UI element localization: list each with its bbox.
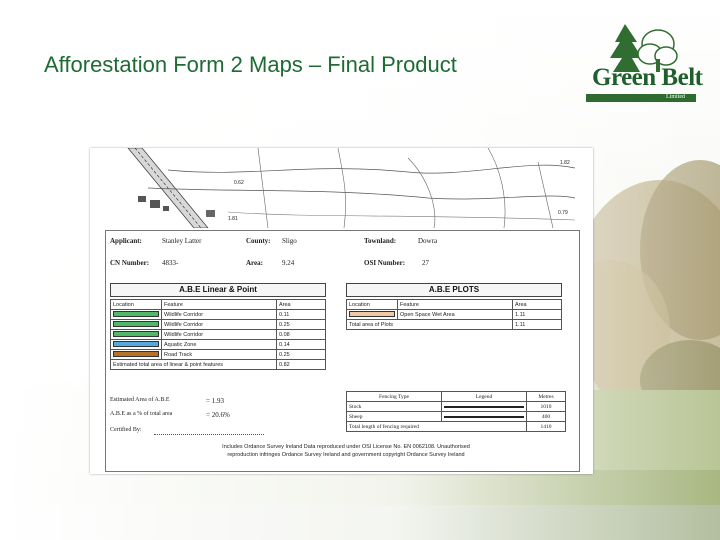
table-row: Wildlife Corridor 0.08	[110, 329, 326, 340]
site-map: 1.82 1.81 0.79 0.62	[108, 148, 575, 228]
table-row: Open Space Wet Area 1.11	[346, 309, 562, 320]
column-header: Metres	[526, 391, 566, 402]
legend-swatch	[113, 321, 159, 328]
legend-swatch	[113, 351, 159, 358]
map-label: 0.62	[234, 180, 244, 186]
feature-cell: Wildlife Corridor	[161, 319, 277, 330]
applicant-value: Stanley Latter	[162, 237, 202, 245]
map-label: 0.79	[558, 210, 568, 216]
legend-swatch	[349, 311, 395, 318]
percent-area-value: = 20.6%	[206, 411, 230, 419]
logo-limited: Limited	[666, 94, 685, 100]
metres-cell: 400	[526, 411, 566, 422]
column-header: Feature	[397, 299, 513, 310]
column-header: Fencing Type	[346, 391, 442, 402]
map-label: 1.82	[560, 160, 570, 166]
abe-plots-heading: A.B.E PLOTS	[346, 283, 562, 297]
estimated-area-value: = 1.93	[206, 397, 224, 405]
legend-swatch	[113, 341, 159, 348]
feature-cell: Road Track	[161, 349, 277, 360]
logo-name: Green Belt	[592, 64, 703, 91]
osi-number-value: 27	[422, 259, 429, 267]
legend-line	[444, 415, 524, 418]
afforestation-form-map: 1.82 1.81 0.79 0.62 Applicant: Stanley L…	[90, 148, 593, 474]
legend-swatch	[113, 331, 159, 338]
county-label: County:	[246, 237, 271, 245]
area-value: 9.24	[282, 259, 295, 267]
table-total-row: Total length of fencing required 1410	[346, 421, 566, 432]
license-line: Includes Ordance Survey Ireland Data rep…	[222, 444, 470, 450]
table-total-row: Total area of Plots 1.11	[346, 319, 562, 330]
column-header: Location	[346, 299, 398, 310]
feature-cell: Wildlife Corridor	[161, 309, 277, 320]
metres-cell: 1010	[526, 401, 566, 412]
table-row: Wildlife Corridor 0.25	[110, 319, 326, 330]
area-cell: 0.25	[276, 319, 326, 330]
total-label: Estimated total area of linear & point f…	[110, 359, 277, 370]
form-panel: Applicant: Stanley Latter County: Sligo …	[105, 230, 580, 472]
table-header-row: Location Feature Area	[110, 299, 326, 310]
fencing-type-cell: Stock	[346, 401, 442, 412]
area-cell: 0.11	[276, 309, 326, 320]
area-label: Area:	[246, 259, 263, 267]
legend-line	[444, 405, 524, 408]
legend-swatch	[113, 311, 159, 318]
table-header-row: Location Feature Area	[346, 299, 562, 310]
total-label: Total length of fencing required	[346, 421, 527, 432]
cn-number-value: 4833-	[162, 259, 179, 267]
percent-area-label: A.B.E as a % of total area	[110, 411, 173, 417]
area-cell: 0.14	[276, 339, 326, 350]
fencing-type-cell: Sheep	[346, 411, 442, 422]
total-value: 1410	[526, 421, 566, 432]
slide-title: Afforestation Form 2 Maps – Final Produc…	[44, 52, 457, 77]
county-value: Sligo	[282, 237, 297, 245]
table-row: Aquatic Zone 0.14	[110, 339, 326, 350]
total-value: 0.82	[276, 359, 326, 370]
certified-by-label: Certified By:	[110, 427, 142, 433]
estimated-area-label: Estimated Area of A.B.E	[110, 397, 170, 403]
green-belt-logo: Green Belt Limited	[580, 14, 703, 104]
table-header-row: Fencing Type Legend Metres	[346, 391, 566, 402]
area-cell: 0.25	[276, 349, 326, 360]
total-label: Total area of Plots	[346, 319, 513, 330]
license-line: reproduction infringes Ordance Survey Ir…	[227, 452, 465, 458]
feature-cell: Aquatic Zone	[161, 339, 277, 350]
table-row: Wildlife Corridor 0.11	[110, 309, 326, 320]
osi-license-note: Includes Ordance Survey Ireland Data rep…	[176, 443, 516, 459]
signature-line	[154, 434, 264, 435]
fencing-table: Fencing Type Legend Metres Stock 1010 Sh…	[346, 391, 566, 432]
column-header: Area	[512, 299, 562, 310]
column-header: Legend	[441, 391, 527, 402]
table-row: Road Track 0.25	[110, 349, 326, 360]
abe-linear-heading: A.B.E Linear & Point	[110, 283, 326, 297]
abe-plots-table: Location Feature Area Open Space Wet Are…	[346, 299, 562, 330]
area-cell: 1.11	[512, 309, 562, 320]
feature-cell: Wildlife Corridor	[161, 329, 277, 340]
feature-cell: Open Space Wet Area	[397, 309, 513, 320]
total-value: 1.11	[512, 319, 562, 330]
applicant-label: Applicant:	[110, 237, 142, 245]
townland-value: Dowra	[418, 237, 438, 245]
column-header: Location	[110, 299, 162, 310]
cn-number-label: CN Number:	[110, 259, 150, 267]
abe-linear-table: Location Feature Area Wildlife Corridor …	[110, 299, 326, 370]
table-row: Stock 1010	[346, 401, 566, 412]
table-row: Sheep 400	[346, 411, 566, 422]
area-cell: 0.08	[276, 329, 326, 340]
table-total-row: Estimated total area of linear & point f…	[110, 359, 326, 370]
map-label: 1.81	[228, 216, 238, 222]
townland-label: Townland:	[364, 237, 397, 245]
column-header: Area	[276, 299, 326, 310]
osi-number-label: OSI Number:	[364, 259, 406, 267]
column-header: Feature	[161, 299, 277, 310]
